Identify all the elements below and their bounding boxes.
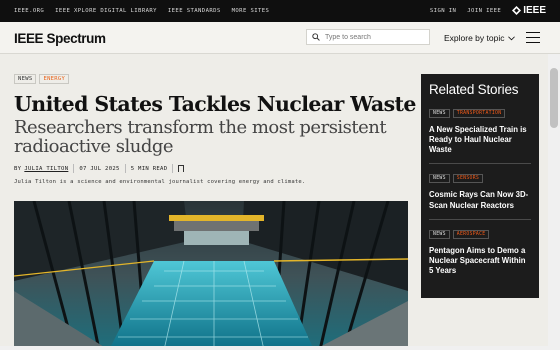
chevron-down-icon	[508, 35, 516, 40]
related-stories-panel: Related Stories NEWS TRANSPORTATION A Ne…	[421, 74, 539, 298]
article-header: NEWS ENERGY United States Tackles Nuclea…	[14, 74, 427, 186]
search-input[interactable]	[325, 33, 425, 41]
tag-news[interactable]: NEWS	[429, 109, 450, 118]
nuclear-facility-photo	[14, 201, 408, 350]
search-icon	[312, 33, 320, 41]
ieee-logo[interactable]: IEEE	[512, 5, 546, 16]
publish-date: 07 JUL 2025	[79, 165, 120, 172]
story-title[interactable]: Pentagon Aims to Demo a Nuclear Spacecra…	[429, 246, 531, 276]
tag-energy[interactable]: ENERGY	[39, 74, 70, 84]
account-links: SIGN IN JOIN IEEE IEEE	[430, 5, 546, 16]
tag-sensors[interactable]: SENSORS	[452, 174, 484, 184]
hero-image	[14, 201, 408, 350]
story-title[interactable]: Cosmic Rays Can Now 3D-Scan Nuclear Reac…	[429, 190, 531, 210]
sign-in-link[interactable]: SIGN IN	[430, 8, 456, 14]
tag-news[interactable]: NEWS	[429, 229, 450, 239]
byline-by: BY	[14, 165, 22, 172]
read-time: 5 MIN READ	[130, 165, 168, 172]
divider	[124, 164, 126, 174]
related-story[interactable]: NEWS AEROSPACE Pentagon Aims to Demo a N…	[429, 229, 531, 284]
tag-news[interactable]: NEWS	[14, 74, 37, 84]
ieee-org-link[interactable]: IEEE.ORG	[14, 8, 44, 14]
explore-by-topic-button[interactable]: Explore by topic	[444, 33, 516, 43]
article-title: United States Tackles Nuclear Waste ›	[14, 93, 427, 116]
bookmark-icon[interactable]	[178, 165, 185, 175]
spectrum-logo[interactable]: IEEE Spectrum	[14, 31, 106, 46]
brand-ieee: IEEE	[14, 31, 44, 46]
utility-links: IEEE.ORG IEEE XPLORE DIGITAL LIBRARY IEE…	[14, 8, 269, 14]
ieee-logo-text: IEEE	[523, 5, 546, 16]
tag-news[interactable]: NEWS	[429, 174, 450, 184]
author-link[interactable]: JULIA TILTON	[24, 166, 68, 172]
menu-line	[526, 36, 540, 39]
join-ieee-link[interactable]: JOIN IEEE	[467, 8, 501, 14]
tag-transportation[interactable]: TRANSPORTATION	[452, 109, 506, 118]
article-title-text: United States Tackles Nuclear Waste	[14, 92, 416, 116]
site-header: IEEE Spectrum Explore by topic	[0, 22, 560, 54]
brand-spectrum: Spectrum	[46, 31, 106, 46]
more-sites-link[interactable]: MORE SITES	[232, 8, 270, 14]
vertical-scrollbar[interactable]	[548, 54, 560, 350]
search-box[interactable]	[306, 29, 430, 45]
horizontal-scrollbar[interactable]	[0, 346, 548, 350]
tag-aerospace[interactable]: AEROSPACE	[452, 229, 490, 239]
top-utility-bar: IEEE.ORG IEEE XPLORE DIGITAL LIBRARY IEE…	[0, 0, 560, 22]
related-story[interactable]: NEWS SENSORS Cosmic Rays Can Now 3D-Scan…	[429, 174, 531, 220]
story-tags: NEWS SENSORS	[429, 174, 531, 184]
ieee-xplore-link[interactable]: IEEE XPLORE DIGITAL LIBRARY	[55, 8, 157, 14]
menu-line	[526, 41, 540, 43]
explore-label: Explore by topic	[444, 33, 505, 43]
ieee-standards-link[interactable]: IEEE STANDARDS	[168, 8, 221, 14]
author-bio: Julia Tilton is a science and environmen…	[14, 179, 306, 186]
scrollbar-thumb[interactable]	[550, 68, 558, 128]
story-tags: NEWS AEROSPACE	[429, 229, 531, 239]
hamburger-menu-icon[interactable]	[526, 32, 540, 43]
related-stories-heading: Related Stories	[429, 82, 519, 97]
divider	[172, 164, 174, 174]
ieee-diamond-icon	[512, 6, 522, 15]
story-tags: NEWS TRANSPORTATION	[429, 109, 531, 118]
byline: BY JULIA TILTON 07 JUL 2025 5 MIN READ	[14, 164, 408, 175]
story-title[interactable]: A New Specialized Train is Ready to Haul…	[429, 125, 531, 155]
article-subtitle: Researchers transform the most persisten…	[14, 116, 387, 158]
divider	[73, 164, 75, 174]
related-story[interactable]: NEWS TRANSPORTATION A New Specialized Tr…	[429, 109, 531, 165]
menu-line	[526, 32, 540, 34]
article-tags: NEWS ENERGY	[14, 74, 408, 84]
